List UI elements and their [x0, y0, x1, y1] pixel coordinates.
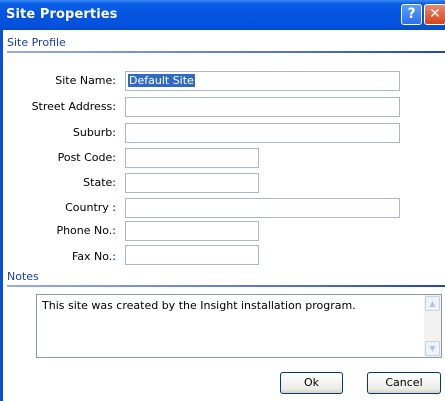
notes-heading: Notes — [7, 270, 39, 283]
site-name-value: Default Site — [128, 74, 195, 87]
window-title: Site Properties — [6, 7, 118, 22]
title-bar[interactable]: Site Properties ? ✕ — [0, 0, 445, 30]
notes-divider — [7, 285, 445, 287]
country-field[interactable] — [125, 198, 400, 218]
post-code-field[interactable] — [125, 148, 259, 168]
site-name-label: Site Name: — [55, 74, 116, 87]
fax-label: Fax No.: — [71, 250, 116, 263]
fax-field[interactable] — [125, 245, 259, 265]
notes-scrollbar[interactable]: ▲ ▼ — [424, 295, 441, 357]
scroll-down-icon[interactable]: ▼ — [425, 341, 440, 356]
state-field[interactable] — [125, 173, 259, 193]
post-code-label: Post Code: — [57, 151, 116, 164]
ok-button[interactable]: Ok — [280, 372, 343, 394]
site-properties-dialog: Site Properties ? ✕ Site Profile Site Na… — [0, 0, 445, 401]
suburb-field[interactable] — [125, 123, 400, 143]
cancel-button[interactable]: Cancel — [367, 372, 441, 394]
country-label: Country : — [65, 201, 116, 214]
scroll-up-icon[interactable]: ▲ — [425, 296, 440, 311]
street-address-field[interactable] — [125, 97, 400, 117]
close-icon[interactable]: ✕ — [424, 4, 445, 25]
notes-textarea[interactable]: This site was created by the Insight ins… — [36, 294, 442, 358]
notes-text: This site was created by the Insight ins… — [42, 299, 356, 312]
phone-label: Phone No.: — [56, 224, 116, 237]
help-icon[interactable]: ? — [401, 4, 422, 25]
site-profile-heading: Site Profile — [7, 36, 66, 49]
suburb-label: Suburb: — [72, 126, 116, 139]
state-label: State: — [83, 176, 116, 189]
site-profile-divider — [7, 51, 445, 53]
site-name-field[interactable]: Default Site — [125, 71, 400, 91]
phone-field[interactable] — [125, 221, 259, 241]
street-address-label: Street Address: — [31, 100, 116, 113]
